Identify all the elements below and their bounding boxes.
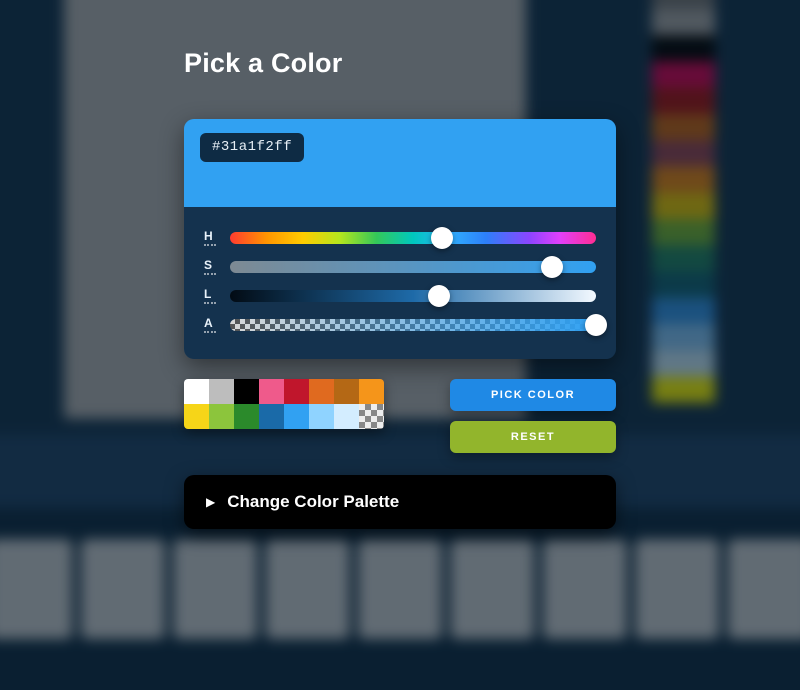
alpha-track[interactable] xyxy=(230,319,596,331)
alpha-gradient xyxy=(230,319,596,331)
hue-thumb[interactable] xyxy=(431,227,453,249)
palette-swatch-13[interactable] xyxy=(309,404,334,429)
saturation-label: S xyxy=(204,258,216,275)
lightness-thumb[interactable] xyxy=(428,285,450,307)
change-palette-bar[interactable]: ▶ Change Color Palette xyxy=(184,475,616,529)
hue-track[interactable] xyxy=(230,232,596,244)
alpha-label: A xyxy=(204,316,216,333)
palette-swatch-9[interactable] xyxy=(209,404,234,429)
hue-slider-row: H xyxy=(204,229,596,246)
triangle-right-icon: ▶ xyxy=(206,495,215,509)
sliders-panel: H S L A xyxy=(184,207,616,359)
palette-swatch-4[interactable] xyxy=(284,379,309,404)
lightness-slider-row: L xyxy=(204,287,596,304)
palette-swatch-3[interactable] xyxy=(259,379,284,404)
hex-value-chip[interactable]: #31a1f2ff xyxy=(200,133,304,162)
color-preview: #31a1f2ff xyxy=(184,119,616,207)
palette-swatch-8[interactable] xyxy=(184,404,209,429)
saturation-thumb[interactable] xyxy=(541,256,563,278)
action-buttons: PICK COLOR RESET xyxy=(450,379,616,453)
palette-swatch-15[interactable] xyxy=(359,404,384,429)
lightness-track[interactable] xyxy=(230,290,596,302)
palette-swatch-10[interactable] xyxy=(234,404,259,429)
reset-button[interactable]: RESET xyxy=(450,421,616,453)
palette-swatch-1[interactable] xyxy=(209,379,234,404)
lightness-label: L xyxy=(204,287,216,304)
alpha-slider-row: A xyxy=(204,316,596,333)
color-picker-modal: Pick a Color #31a1f2ff H S L xyxy=(184,48,616,529)
modal-title: Pick a Color xyxy=(184,48,616,79)
color-palette xyxy=(184,379,384,429)
pick-color-button[interactable]: PICK COLOR xyxy=(450,379,616,411)
palette-swatch-2[interactable] xyxy=(234,379,259,404)
palette-swatch-12[interactable] xyxy=(284,404,309,429)
saturation-slider-row: S xyxy=(204,258,596,275)
hue-label: H xyxy=(204,229,216,246)
palette-swatch-11[interactable] xyxy=(259,404,284,429)
palette-swatch-7[interactable] xyxy=(359,379,384,404)
palette-swatch-6[interactable] xyxy=(334,379,359,404)
palette-swatch-14[interactable] xyxy=(334,404,359,429)
alpha-thumb[interactable] xyxy=(585,314,607,336)
saturation-track[interactable] xyxy=(230,261,596,273)
change-palette-label: Change Color Palette xyxy=(227,492,399,512)
palette-and-actions-row: PICK COLOR RESET xyxy=(184,379,616,453)
picker-card: #31a1f2ff H S L A xyxy=(184,119,616,359)
palette-swatch-5[interactable] xyxy=(309,379,334,404)
palette-swatch-0[interactable] xyxy=(184,379,209,404)
